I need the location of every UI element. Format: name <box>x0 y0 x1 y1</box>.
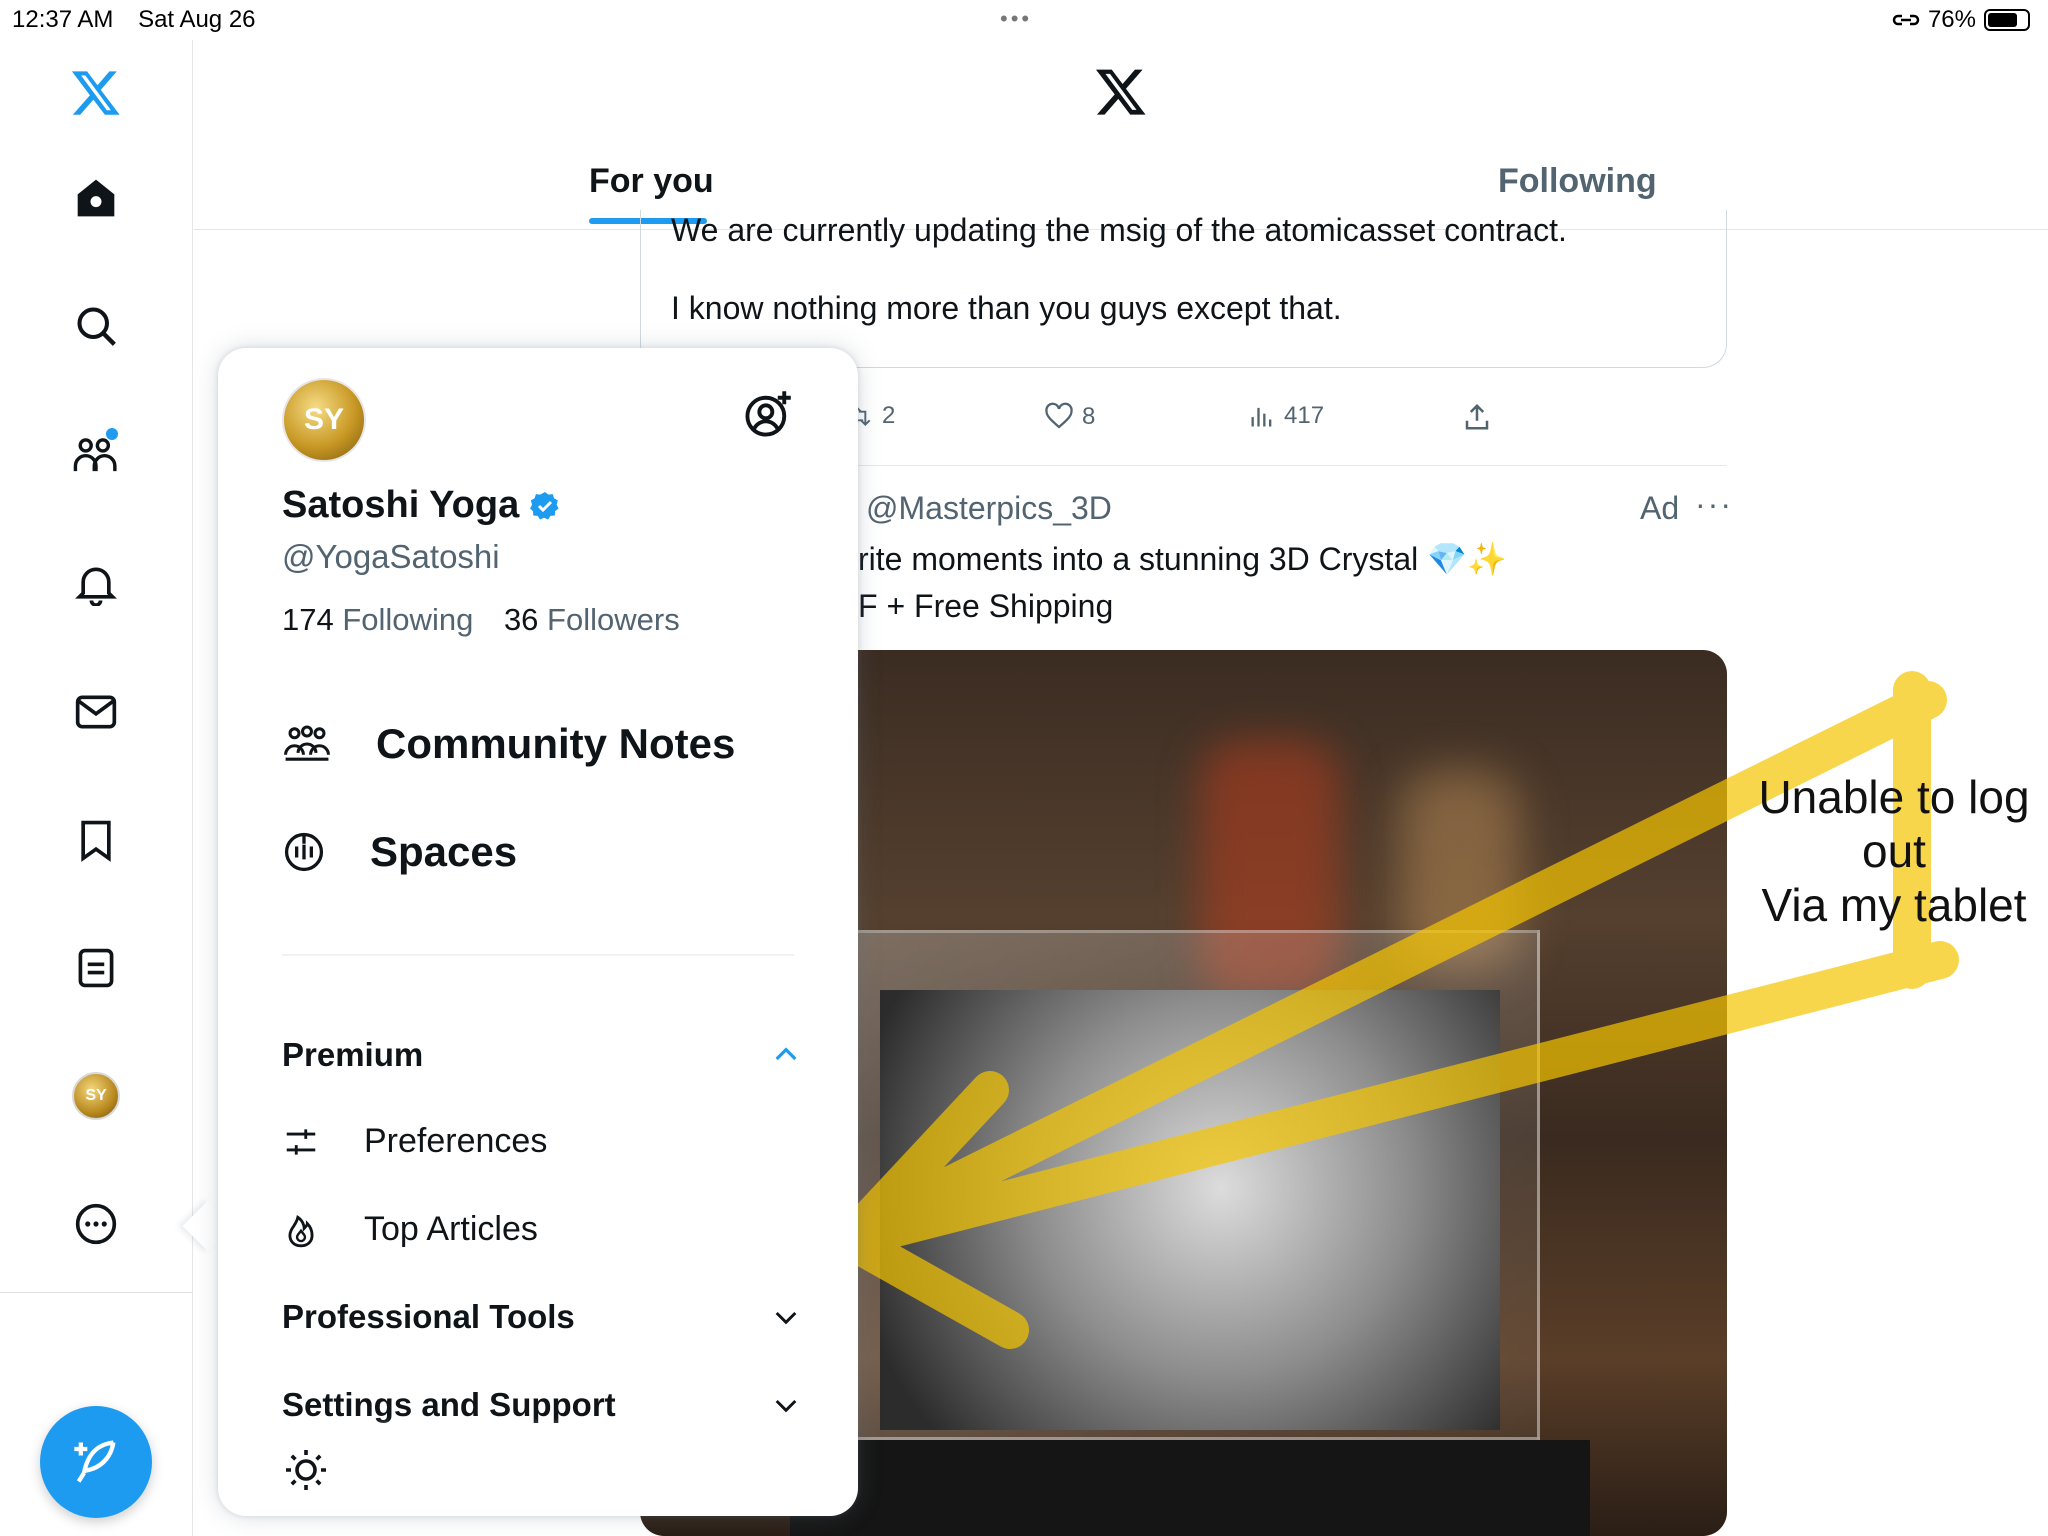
share-button[interactable] <box>1462 402 1492 432</box>
annotation-line: Unable to log <box>1758 771 2030 823</box>
annotation-note: Unable to log out Via my tablet <box>1740 770 2048 932</box>
following-label: Following <box>342 602 474 637</box>
views-icon <box>1251 407 1272 427</box>
menu-avatar[interactable]: SY <box>282 378 366 462</box>
chevron-down-icon <box>775 1311 797 1325</box>
profile-avatar[interactable]: SY <box>68 1068 124 1124</box>
menu-item-label: Preferences <box>364 1122 548 1160</box>
display-name: Satoshi Yoga <box>282 484 520 526</box>
menu-item-top-articles[interactable]: Top Articles <box>282 1210 538 1249</box>
chevron-down-icon <box>775 1399 797 1413</box>
annotation-line: Via my tablet <box>1761 879 2027 931</box>
flame-icon <box>288 1214 314 1247</box>
rail-divider <box>0 1292 193 1293</box>
verified-badge-icon <box>530 491 559 519</box>
menu-item-label: Community Notes <box>376 720 736 767</box>
communities-icon[interactable] <box>68 426 124 482</box>
chevron-up-icon <box>775 1047 797 1061</box>
menu-item-community-notes[interactable]: Community Notes <box>282 720 735 768</box>
menu-divider <box>282 954 794 956</box>
section-label: Professional Tools <box>282 1298 575 1335</box>
like-count: 8 <box>1082 403 1096 430</box>
ad-label: Ad <box>1640 490 1680 526</box>
status-date: Sat Aug 26 <box>138 6 256 33</box>
menu-item-label: Top Articles <box>364 1210 538 1248</box>
home-icon[interactable] <box>68 170 124 226</box>
left-navigation-rail: SY <box>0 40 193 1536</box>
tab-for-you[interactable]: For you <box>589 162 714 201</box>
status-time: 12:37 AM <box>12 6 114 33</box>
retweet-count: 2 <box>882 402 896 429</box>
messages-icon[interactable] <box>68 684 124 740</box>
ad-more-options-icon[interactable]: ··· <box>1695 486 1733 523</box>
engraved-photo <box>880 990 1500 1430</box>
status-right: 76% <box>1892 6 2030 34</box>
compose-feather-icon <box>74 1440 116 1483</box>
battery-icon <box>1984 9 2030 31</box>
annotation-line: out <box>1862 825 1926 877</box>
followers-count: 36 <box>503 602 539 637</box>
community-notes-icon <box>284 725 330 761</box>
scroll-fade <box>218 1418 858 1448</box>
menu-display-name[interactable]: Satoshi Yoga <box>282 484 561 527</box>
professional-tools-toggle[interactable]: Professional Tools <box>282 1298 802 1336</box>
menu-handle: @YogaSatoshi <box>282 538 500 575</box>
menu-item-label: Spaces <box>370 828 518 875</box>
search-icon[interactable] <box>68 298 124 354</box>
following-count: 174 <box>282 602 334 637</box>
views-button[interactable]: 417 <box>1248 402 1324 430</box>
menu-item-spaces[interactable]: Spaces <box>282 828 517 876</box>
more-icon[interactable] <box>68 1196 124 1252</box>
sliders-icon <box>286 1128 316 1155</box>
rail-avatar-image: SY <box>72 1072 120 1120</box>
link-icon <box>1892 14 1920 26</box>
multitasking-dots[interactable]: ••• <box>1000 6 1032 32</box>
x-logo-icon[interactable] <box>1094 64 1148 123</box>
like-button[interactable]: 8 <box>1044 402 1095 432</box>
status-left: 12:37 AM Sat Aug 26 <box>12 6 274 34</box>
quoted-tweet-text: I know nothing more than you guys except… <box>671 290 1342 326</box>
add-account-icon[interactable] <box>742 388 794 445</box>
quoted-tweet-card[interactable]: We are currently updating the msig of th… <box>640 210 1727 368</box>
share-icon <box>1465 403 1489 430</box>
lists-icon[interactable] <box>68 940 124 996</box>
tab-following[interactable]: Following <box>1498 162 1657 201</box>
sun-icon <box>286 1450 326 1490</box>
display-theme-button[interactable] <box>282 1446 330 1499</box>
following-link[interactable]: 174 Following <box>282 602 473 637</box>
battery-percent: 76% <box>1927 6 1976 33</box>
crystal-base <box>790 1440 1590 1536</box>
account-menu-popover: SY Satoshi Yoga @YogaSatoshi 174 Followi… <box>218 348 858 1516</box>
section-label: Premium <box>282 1036 424 1073</box>
ad-text: rite moments into a stunning 3D Crystal … <box>858 541 1507 577</box>
x-logo-icon[interactable] <box>68 64 124 120</box>
menu-item-preferences[interactable]: Preferences <box>282 1122 547 1161</box>
bookmarks-icon[interactable] <box>68 812 124 868</box>
views-count: 417 <box>1284 402 1325 429</box>
compose-button[interactable] <box>40 1406 152 1518</box>
ad-text: F + Free Shipping <box>858 588 1114 624</box>
notifications-icon[interactable] <box>68 556 124 612</box>
heart-icon <box>1045 402 1073 429</box>
battery-fill <box>1988 13 2017 27</box>
followers-link[interactable]: 36 Followers <box>504 602 680 637</box>
follow-stats: 174 Following 36 Followers <box>282 602 680 638</box>
status-bar: 12:37 AM Sat Aug 26 ••• 76% <box>0 0 2048 40</box>
ad-author-handle[interactable]: @Masterpics_3D <box>866 490 1112 527</box>
quoted-tweet-text: We are currently updating the msig of th… <box>671 212 1567 248</box>
communities-notification-dot <box>106 428 118 440</box>
spaces-icon <box>284 832 324 872</box>
followers-label: Followers <box>547 602 680 637</box>
timeline-header: For you Following <box>194 40 2048 230</box>
premium-section-toggle[interactable]: Premium <box>282 1036 802 1074</box>
